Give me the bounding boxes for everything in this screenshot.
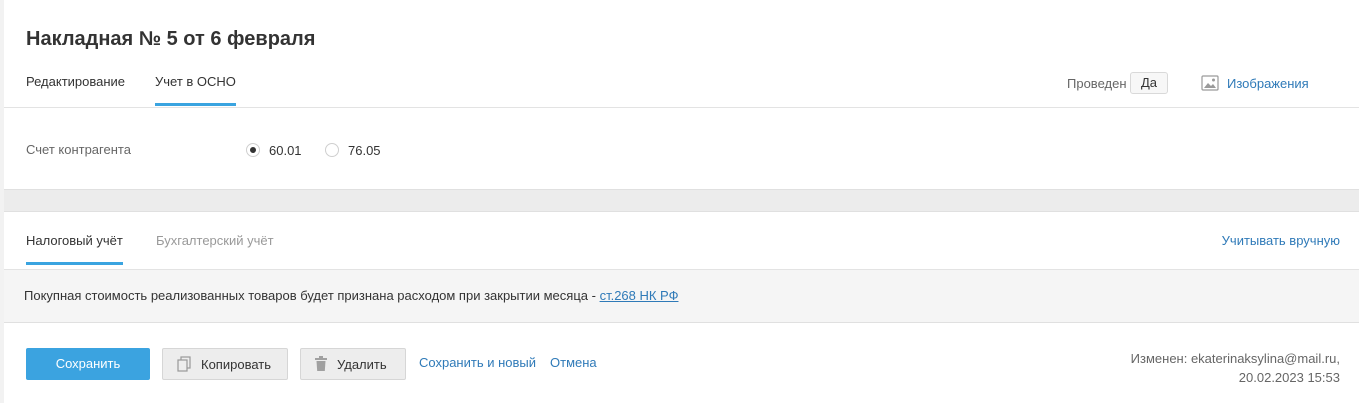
page-title: Накладная № 5 от 6 февраля <box>26 28 316 50</box>
delete-button[interactable]: Удалить <box>300 348 406 380</box>
modified-info: Изменен: ekaterinaksylina@mail.ru, 20.02… <box>1131 349 1340 387</box>
posted-label: Проведен <box>1067 76 1127 91</box>
notice-panel: Покупная стоимость реализованных товаров… <box>4 270 1359 323</box>
tab-bookkeeping[interactable]: Бухгалтерский учёт <box>156 233 274 262</box>
notice-message: Покупная стоимость реализованных товаров… <box>24 288 600 303</box>
trash-icon <box>315 356 327 371</box>
counterparty-account-label: Счет контрагента <box>26 142 131 157</box>
save-button[interactable]: Сохранить <box>26 348 150 380</box>
images-link-label: Изображения <box>1227 75 1309 91</box>
tab-editing[interactable]: Редактирование <box>26 74 125 103</box>
copy-button-label: Копировать <box>201 356 271 372</box>
tab-osno-accounting[interactable]: Учет в ОСНО <box>155 74 236 106</box>
tax-code-link[interactable]: ст.268 НК РФ <box>600 288 679 303</box>
image-icon <box>1201 75 1219 91</box>
copy-icon <box>177 356 191 372</box>
manual-accounting-link[interactable]: Учитывать вручную <box>1222 233 1340 248</box>
document-panel: Накладная № 5 от 6 февраля Редактировани… <box>4 0 1359 403</box>
radio-account-76-05[interactable]: 76.05 <box>325 142 381 158</box>
modified-by: Изменен: ekaterinaksylina@mail.ru, <box>1130 351 1340 366</box>
radio-circle <box>325 143 339 157</box>
tab-tax-accounting[interactable]: Налоговый учёт <box>26 233 123 265</box>
divider <box>4 107 1359 108</box>
save-and-new-link[interactable]: Сохранить и новый <box>419 355 536 370</box>
radio-circle <box>246 143 260 157</box>
notice-text: Покупная стоимость реализованных товаров… <box>24 288 678 303</box>
modified-date: 20.02.2023 15:53 <box>1238 370 1340 385</box>
radio-label: 76.05 <box>348 142 381 158</box>
images-link[interactable]: Изображения <box>1201 73 1309 93</box>
section-separator <box>4 189 1359 212</box>
radio-label: 60.01 <box>269 142 302 158</box>
copy-button[interactable]: Копировать <box>162 348 288 380</box>
cancel-link[interactable]: Отмена <box>550 355 597 370</box>
posted-status-toggle[interactable]: Да <box>1130 72 1168 94</box>
radio-account-60-01[interactable]: 60.01 <box>246 142 302 158</box>
delete-button-label: Удалить <box>337 356 387 372</box>
